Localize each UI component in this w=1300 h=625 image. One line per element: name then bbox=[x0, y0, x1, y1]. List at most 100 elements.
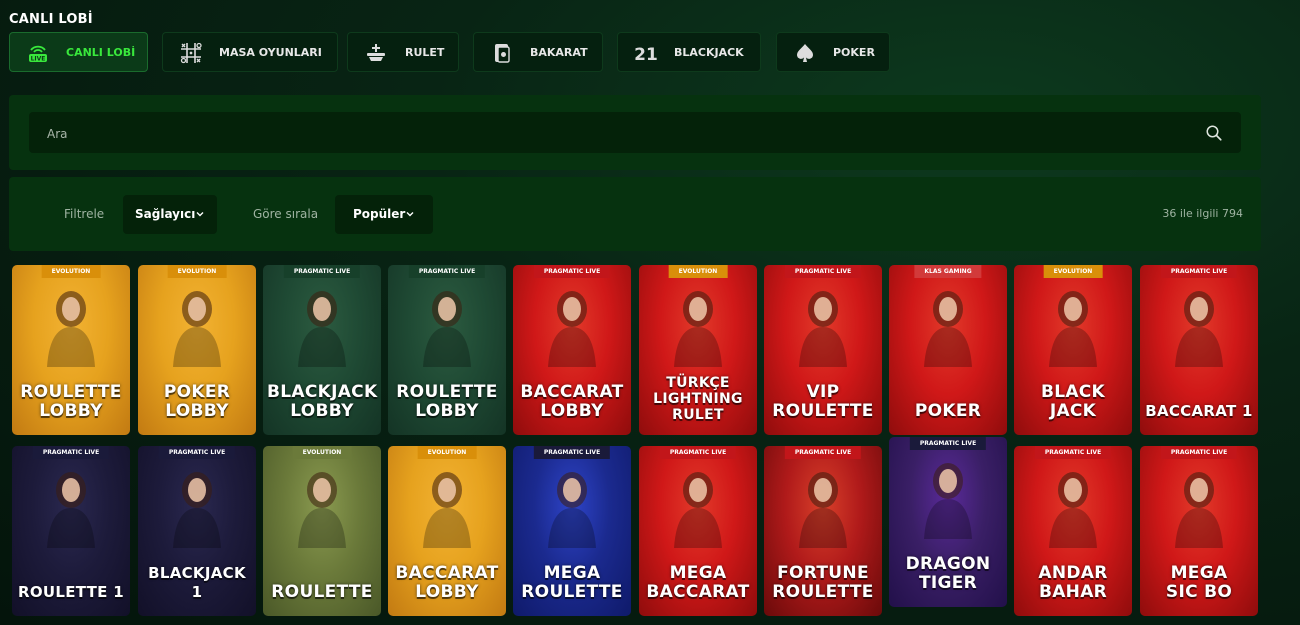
chevron-down-icon bbox=[406, 212, 414, 217]
game-card[interactable]: PRAGMATIC LIVE MEGA ROULETTE bbox=[513, 446, 631, 616]
dealer-figure bbox=[298, 472, 346, 548]
game-title: DRAGON TIGER bbox=[905, 554, 991, 593]
dealer-figure bbox=[799, 291, 847, 367]
provider-badge: PRAGMATIC LIVE bbox=[784, 446, 862, 459]
dealer-figure bbox=[173, 472, 221, 548]
provider-badge: EVOLUTION bbox=[167, 265, 227, 278]
game-title: BLACKJACK 1 bbox=[148, 564, 246, 601]
filter-label: Filtrele bbox=[64, 207, 105, 221]
provider-badge: PRAGMATIC LIVE bbox=[408, 265, 486, 278]
game-card[interactable]: EVOLUTION BLACK JACK bbox=[1014, 265, 1132, 435]
provider-badge: PRAGMATIC LIVE bbox=[533, 265, 611, 278]
game-title: MEGA SIC BO bbox=[1165, 563, 1233, 602]
spade-icon bbox=[797, 44, 813, 62]
tab-rulet[interactable]: RULET bbox=[347, 32, 459, 72]
provider-badge: PRAGMATIC LIVE bbox=[1160, 446, 1238, 459]
search-icon[interactable] bbox=[1205, 124, 1223, 142]
tab-label: RULET bbox=[405, 46, 445, 59]
provider-badge: PRAGMATIC LIVE bbox=[784, 265, 862, 278]
dealer-figure bbox=[298, 291, 346, 367]
tab-label: POKER bbox=[833, 46, 875, 59]
provider-badge: PRAGMATIC LIVE bbox=[533, 446, 611, 459]
dealer-figure bbox=[674, 291, 722, 367]
dealer-figure bbox=[924, 463, 972, 539]
game-card[interactable]: EVOLUTION POKER LOBBY bbox=[138, 265, 256, 435]
game-title: TÜRKÇE LIGHTNING RULET bbox=[653, 375, 743, 423]
game-title: BACCARAT LOBBY bbox=[520, 382, 624, 421]
game-title: ROULETTE 1 bbox=[17, 583, 124, 601]
tab-bakarat[interactable]: BAKARAT bbox=[473, 32, 603, 72]
tab-label: MASA OYUNLARI bbox=[219, 46, 322, 59]
tab-label: BAKARAT bbox=[530, 46, 588, 59]
game-card[interactable]: PRAGMATIC LIVE ROULETTE LOBBY bbox=[388, 265, 506, 435]
game-title: MEGA ROULETTE bbox=[521, 563, 623, 602]
sort-dropdown[interactable]: Popüler bbox=[335, 195, 433, 234]
tab-masa-oyunlari[interactable]: MASA OYUNLARI bbox=[162, 32, 338, 72]
filter-panel: Filtrele Sağlayıcı Göre sırala Popüler 3… bbox=[9, 177, 1261, 251]
live-icon: LIVE bbox=[29, 45, 47, 63]
number-21-icon: 21 bbox=[634, 45, 658, 65]
game-card[interactable]: PRAGMATIC LIVE ANDAR BAHAR bbox=[1014, 446, 1132, 616]
game-title: VIP ROULETTE bbox=[772, 382, 874, 421]
game-title: ROULETTE LOBBY bbox=[20, 382, 122, 421]
provider-badge: PRAGMATIC LIVE bbox=[158, 446, 236, 459]
game-card[interactable]: PRAGMATIC LIVE BLACKJACK 1 bbox=[138, 446, 256, 616]
game-card[interactable]: EVOLUTION ROULETTE LOBBY bbox=[12, 265, 130, 435]
game-card[interactable]: EVOLUTION BACCARAT LOBBY bbox=[388, 446, 506, 616]
svg-text:LIVE: LIVE bbox=[31, 56, 46, 63]
game-card[interactable]: EVOLUTION ROULETTE bbox=[263, 446, 381, 616]
game-card[interactable]: PRAGMATIC LIVE DRAGON TIGER bbox=[889, 437, 1007, 607]
dealer-figure bbox=[1049, 291, 1097, 367]
provider-value: Sağlayıcı bbox=[135, 207, 196, 221]
tab-label: CANLI LOBİ bbox=[66, 46, 136, 59]
game-title: BLACKJACK LOBBY bbox=[267, 382, 378, 421]
provider-dropdown[interactable]: Sağlayıcı bbox=[123, 195, 217, 234]
dealer-figure bbox=[47, 472, 95, 548]
dealer-figure bbox=[1049, 472, 1097, 548]
dealer-figure bbox=[1175, 291, 1223, 367]
game-card[interactable]: PRAGMATIC LIVE MEGA BACCARAT bbox=[639, 446, 757, 616]
game-title: POKER bbox=[914, 401, 982, 421]
game-card[interactable]: PRAGMATIC LIVE FORTUNE ROULETTE bbox=[764, 446, 882, 616]
dealer-figure bbox=[423, 472, 471, 548]
dealer-figure bbox=[423, 291, 471, 367]
game-title: ROULETTE bbox=[271, 582, 373, 602]
dealer-figure bbox=[799, 472, 847, 548]
dealer-figure bbox=[548, 472, 596, 548]
provider-badge: PRAGMATIC LIVE bbox=[1160, 265, 1238, 278]
page-title: CANLI LOBİ bbox=[9, 12, 93, 27]
provider-badge: KLAS GAMING bbox=[914, 265, 982, 278]
game-card[interactable]: EVOLUTION TÜRKÇE LIGHTNING RULET bbox=[639, 265, 757, 435]
game-card[interactable]: KLAS GAMING POKER bbox=[889, 265, 1007, 435]
game-card[interactable]: PRAGMATIC LIVE BACCARAT 1 bbox=[1140, 265, 1258, 435]
dealer-figure bbox=[173, 291, 221, 367]
tab-canli-lobi[interactable]: LIVE CANLI LOBİ bbox=[9, 32, 148, 72]
game-card[interactable]: PRAGMATIC LIVE BACCARAT LOBBY bbox=[513, 265, 631, 435]
dealer-figure bbox=[47, 291, 95, 367]
sort-value: Popüler bbox=[353, 207, 406, 221]
chevron-down-icon bbox=[196, 212, 204, 217]
dealer-figure bbox=[924, 291, 972, 367]
provider-badge: EVOLUTION bbox=[41, 265, 101, 278]
tab-poker[interactable]: POKER bbox=[776, 32, 890, 72]
dealer-figure bbox=[674, 472, 722, 548]
provider-badge: PRAGMATIC LIVE bbox=[909, 437, 987, 450]
game-card[interactable]: PRAGMATIC LIVE MEGA SIC BO bbox=[1140, 446, 1258, 616]
game-card[interactable]: PRAGMATIC LIVE ROULETTE 1 bbox=[12, 446, 130, 616]
game-card[interactable]: PRAGMATIC LIVE VIP ROULETTE bbox=[764, 265, 882, 435]
svg-text:21: 21 bbox=[634, 45, 658, 65]
search-input[interactable] bbox=[45, 112, 1149, 155]
tictactoe-icon bbox=[180, 42, 202, 64]
tab-label: BLACKJACK bbox=[674, 46, 744, 59]
provider-badge: EVOLUTION bbox=[668, 265, 728, 278]
tab-blackjack[interactable]: 21 BLACKJACK bbox=[617, 32, 761, 72]
sort-label: Göre sırala bbox=[253, 207, 319, 221]
game-title: BACCARAT LOBBY bbox=[395, 563, 499, 602]
game-title: BLACK JACK bbox=[1040, 382, 1106, 421]
game-card[interactable]: PRAGMATIC LIVE BLACKJACK LOBBY bbox=[263, 265, 381, 435]
game-title: ANDAR BAHAR bbox=[1038, 563, 1108, 602]
provider-badge: EVOLUTION bbox=[1043, 265, 1103, 278]
cards-icon bbox=[495, 44, 510, 63]
game-title: BACCARAT 1 bbox=[1145, 402, 1253, 420]
game-title: POKER LOBBY bbox=[163, 382, 231, 421]
